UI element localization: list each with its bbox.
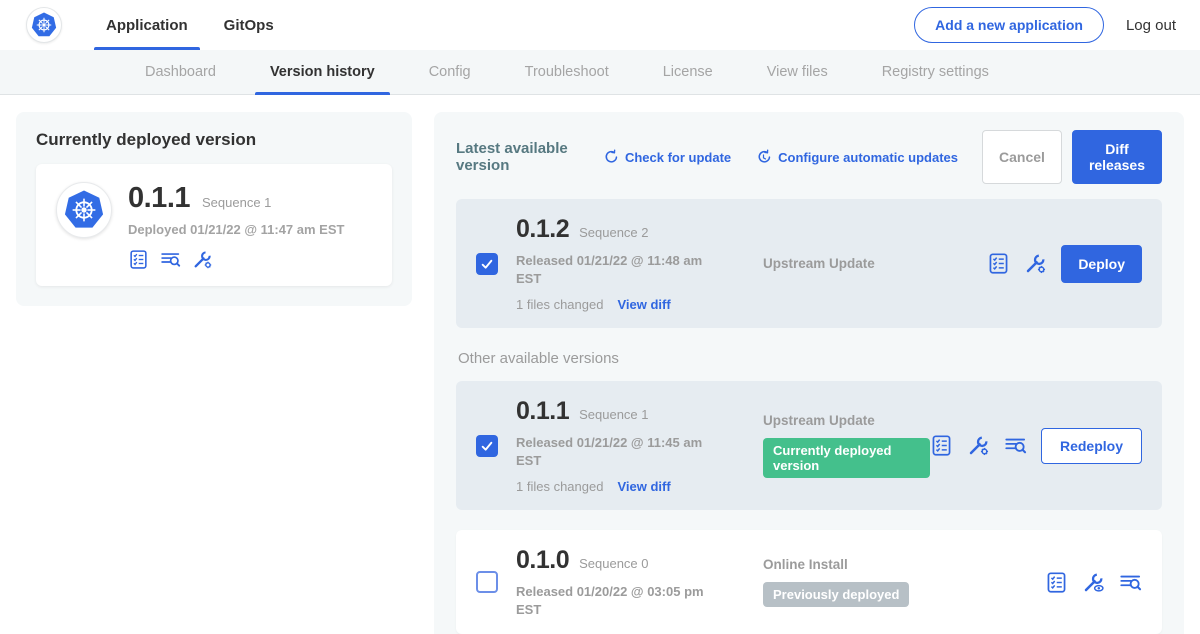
deployed-version-number: 0.1.1	[128, 182, 190, 215]
deployed-version-card: 0.1.1 Sequence 1 Deployed 01/21/22 @ 11:…	[36, 164, 392, 286]
configure-auto-updates-label: Configure automatic updates	[778, 150, 958, 165]
diff-releases-button[interactable]: Diff releases	[1072, 130, 1162, 184]
kubernetes-logo-icon	[26, 7, 62, 43]
subnav-registry-settings[interactable]: Registry settings	[855, 50, 1016, 94]
view-diff-link[interactable]: View diff	[617, 297, 670, 312]
version-row-0-1-1: 0.1.1 Sequence 1 Released 01/21/22 @ 11:…	[456, 381, 1162, 510]
sequence-label: Sequence 2	[579, 225, 648, 240]
preflight-checklist-icon[interactable]	[930, 434, 953, 457]
version-source-label: Online Install	[763, 557, 1045, 572]
previously-deployed-badge: Previously deployed	[763, 582, 909, 607]
version-source-label: Upstream Update	[763, 413, 930, 428]
view-logs-icon[interactable]	[1004, 434, 1027, 457]
subnav-dashboard[interactable]: Dashboard	[118, 50, 243, 94]
main-content: Currently deployed version 0.1.1 Sequenc…	[0, 95, 1200, 634]
preflight-checklist-icon[interactable]	[128, 249, 149, 270]
other-available-versions-label: Other available versions	[458, 350, 1160, 367]
app-logo[interactable]	[26, 0, 62, 50]
subnav-version-history[interactable]: Version history	[243, 50, 402, 94]
config-wrench-eye-icon[interactable]	[1082, 571, 1105, 594]
version-row-0-1-0: 0.1.0 Sequence 0 Released 01/20/22 @ 03:…	[456, 530, 1162, 634]
version-checkbox-checked[interactable]	[476, 435, 498, 457]
sequence-label: Sequence 0	[579, 556, 648, 571]
version-checkbox-unchecked[interactable]	[476, 571, 498, 593]
version-history-panel: Latest available version Check for updat…	[434, 112, 1184, 634]
currently-deployed-badge: Currently deployed version	[763, 438, 930, 478]
version-checkbox-checked[interactable]	[476, 253, 498, 275]
tab-gitops[interactable]: GitOps	[206, 0, 292, 50]
version-number: 0.1.1	[516, 397, 569, 426]
latest-available-title: Latest available version	[456, 140, 586, 174]
version-source-label: Upstream Update	[763, 256, 987, 271]
subnav-troubleshoot[interactable]: Troubleshoot	[498, 50, 636, 94]
configure-auto-updates-link[interactable]: Configure automatic updates	[755, 149, 958, 166]
kubernetes-app-icon	[56, 182, 112, 238]
check-for-update-label: Check for update	[625, 150, 731, 165]
view-diff-link[interactable]: View diff	[617, 479, 670, 494]
config-wrench-gear-icon[interactable]	[967, 434, 990, 457]
preflight-checklist-icon[interactable]	[987, 252, 1010, 275]
subnav-license[interactable]: License	[636, 50, 740, 94]
version-number: 0.1.0	[516, 546, 569, 575]
cancel-button[interactable]: Cancel	[982, 130, 1062, 184]
check-for-update-link[interactable]: Check for update	[602, 149, 731, 166]
refresh-icon	[602, 149, 619, 166]
view-logs-icon[interactable]	[1119, 571, 1142, 594]
subnav-view-files[interactable]: View files	[740, 50, 855, 94]
tab-application[interactable]: Application	[88, 0, 206, 50]
sequence-label: Sequence 1	[579, 407, 648, 422]
config-wrench-gear-icon[interactable]	[1024, 252, 1047, 275]
config-wrench-gear-icon[interactable]	[192, 249, 213, 270]
currently-deployed-panel: Currently deployed version 0.1.1 Sequenc…	[16, 112, 412, 306]
subnav-config[interactable]: Config	[402, 50, 498, 94]
released-timestamp: Released 01/21/22 @ 11:48 am EST	[516, 252, 716, 287]
deployed-timestamp: Deployed 01/21/22 @ 11:47 am EST	[128, 222, 344, 237]
files-changed-label: 1 files changed	[516, 479, 603, 494]
deployed-sequence-label: Sequence 1	[202, 195, 271, 210]
add-new-application-button[interactable]: Add a new application	[914, 7, 1104, 43]
redeploy-button[interactable]: Redeploy	[1041, 428, 1142, 464]
released-timestamp: Released 01/21/22 @ 11:45 am EST	[516, 434, 716, 469]
files-changed-label: 1 files changed	[516, 297, 603, 312]
deploy-button[interactable]: Deploy	[1061, 245, 1142, 283]
currently-deployed-title: Currently deployed version	[36, 130, 392, 150]
preflight-checklist-icon[interactable]	[1045, 571, 1068, 594]
view-logs-icon[interactable]	[160, 249, 181, 270]
released-timestamp: Released 01/20/22 @ 03:05 pm EST	[516, 583, 716, 618]
top-tabs: Application GitOps	[88, 0, 292, 50]
logout-link[interactable]: Log out	[1126, 17, 1176, 34]
version-row-0-1-2: 0.1.2 Sequence 2 Released 01/21/22 @ 11:…	[456, 199, 1162, 328]
checkmark-icon	[479, 256, 495, 272]
checkmark-icon	[479, 438, 495, 454]
clock-refresh-icon	[755, 149, 772, 166]
version-number: 0.1.2	[516, 215, 569, 244]
app-sub-navigation: Dashboard Version history Config Trouble…	[0, 50, 1200, 95]
top-navigation: Application GitOps Add a new application…	[0, 0, 1200, 50]
